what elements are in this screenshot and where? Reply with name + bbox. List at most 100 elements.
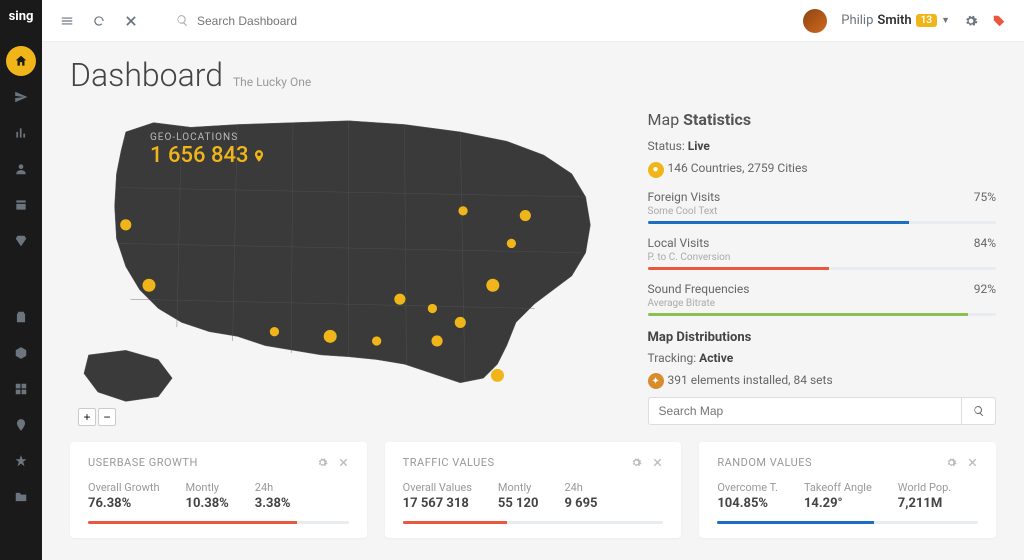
folder-icon bbox=[14, 490, 28, 504]
map-statistics: Map Statistics Status: Live ●146 Countri… bbox=[648, 102, 996, 426]
user-first: Philip bbox=[841, 13, 873, 28]
metric-label: Montly bbox=[186, 481, 229, 494]
nav-user[interactable] bbox=[6, 154, 36, 184]
tag-icon bbox=[992, 14, 1006, 28]
map-label: GEO-LOCATIONS bbox=[150, 132, 266, 143]
widget-settings[interactable] bbox=[317, 457, 328, 468]
widget-bar bbox=[88, 521, 349, 524]
nav-box[interactable] bbox=[6, 190, 36, 220]
metric-value: 7,211M bbox=[898, 496, 951, 511]
search-icon bbox=[176, 14, 189, 27]
gear-badge-icon: ✦ bbox=[648, 373, 664, 389]
topbar: Philip Smith 13 ▼ bbox=[42, 0, 1024, 42]
widget-title: USERBASE GROWTH bbox=[88, 456, 198, 469]
grid-icon bbox=[14, 382, 28, 396]
commerce-button[interactable] bbox=[992, 14, 1006, 28]
widget-close[interactable] bbox=[338, 457, 349, 468]
nav-folder[interactable] bbox=[6, 482, 36, 512]
nav-grid[interactable] bbox=[6, 374, 36, 404]
widget-close[interactable] bbox=[967, 457, 978, 468]
metric-value: 104.85% bbox=[717, 496, 778, 511]
nav-home[interactable] bbox=[6, 46, 36, 76]
metric-value: 14.29° bbox=[804, 496, 872, 511]
progress-sub: P. to C. Conversion bbox=[648, 252, 996, 263]
star-icon bbox=[14, 454, 28, 468]
widget-title: TRAFFIC VALUES bbox=[403, 456, 495, 469]
progress-sub: Average Bitrate bbox=[648, 298, 996, 309]
box-icon bbox=[14, 198, 28, 212]
metric-label: Montly bbox=[498, 481, 539, 494]
widget-close[interactable] bbox=[652, 457, 663, 468]
home-icon bbox=[14, 54, 28, 68]
progress-bar bbox=[648, 267, 996, 270]
progress-bar bbox=[648, 313, 996, 316]
metric-value: 55 120 bbox=[498, 496, 539, 511]
search-map-input[interactable] bbox=[648, 397, 962, 425]
bars-icon bbox=[14, 126, 28, 140]
nav-cube[interactable] bbox=[6, 338, 36, 368]
user-last: Smith bbox=[877, 13, 911, 28]
settings-button[interactable] bbox=[964, 14, 978, 28]
pin-icon bbox=[14, 418, 28, 432]
pin-icon: ● bbox=[648, 162, 664, 178]
close-button[interactable] bbox=[124, 14, 138, 28]
close-icon bbox=[124, 14, 138, 28]
send-icon bbox=[14, 90, 28, 104]
nav-pin[interactable] bbox=[6, 410, 36, 440]
metric-label: Overcome T. bbox=[717, 481, 778, 494]
widget-bar bbox=[403, 521, 664, 524]
progress-pct: 84% bbox=[974, 236, 996, 250]
metric-value: 10.38% bbox=[186, 496, 229, 511]
distributions-title: Map Distributions bbox=[648, 330, 996, 345]
metric-label: Takeoff Angle bbox=[804, 481, 872, 494]
metric-value: 17 567 318 bbox=[403, 496, 472, 511]
map-zoom-out[interactable]: − bbox=[98, 408, 116, 426]
page-title: Dashboard bbox=[70, 56, 223, 94]
progress-bar bbox=[648, 221, 996, 224]
menu-icon bbox=[60, 14, 74, 28]
widget-bar bbox=[717, 521, 978, 524]
map-count: 1 656 843 bbox=[150, 143, 266, 168]
menu-toggle[interactable] bbox=[60, 14, 74, 28]
search-icon bbox=[973, 405, 985, 417]
pin-icon bbox=[252, 147, 266, 165]
widget: USERBASE GROWTHOverall Growth76.38%Montl… bbox=[70, 442, 367, 538]
countries-text: 146 Countries, 2759 Cities bbox=[668, 161, 808, 175]
brand-logo: sing bbox=[9, 10, 34, 23]
cube-icon bbox=[14, 346, 28, 360]
refresh-icon bbox=[92, 14, 106, 28]
progress-pct: 92% bbox=[974, 282, 996, 296]
gear-icon bbox=[964, 14, 978, 28]
refresh-button[interactable] bbox=[92, 14, 106, 28]
nav-clipboard[interactable] bbox=[6, 302, 36, 332]
nav-star[interactable] bbox=[6, 446, 36, 476]
map-zoom-in[interactable]: + bbox=[78, 408, 96, 426]
search-input[interactable] bbox=[197, 14, 347, 28]
user-menu[interactable]: Philip Smith 13 ▼ bbox=[841, 13, 950, 28]
nav-diamond[interactable] bbox=[6, 226, 36, 256]
search-map-button[interactable] bbox=[962, 397, 996, 425]
widget-settings[interactable] bbox=[946, 457, 957, 468]
clipboard-icon bbox=[14, 310, 28, 324]
progress-label: Foreign Visits bbox=[648, 190, 721, 204]
sidebar: sing bbox=[0, 0, 42, 560]
widget: TRAFFIC VALUES Overall Values 17 567 318 Mo… bbox=[385, 442, 682, 538]
widget-title: RANDOM VALUES bbox=[717, 456, 812, 469]
metric-label: 24h bbox=[564, 481, 597, 494]
widget-settings[interactable] bbox=[631, 457, 642, 468]
progress-label: Local Visits bbox=[648, 236, 710, 250]
metric-label: Overall Values bbox=[403, 481, 472, 494]
progress-sub: Some Cool Text bbox=[648, 206, 996, 217]
diamond-icon bbox=[14, 234, 28, 248]
progress-label: Sound Frequencies bbox=[648, 282, 750, 296]
metric-label: World Pop. bbox=[898, 481, 951, 494]
map-widget: GEO-LOCATIONS 1 656 843 bbox=[70, 102, 628, 426]
metric-value: 76.38% bbox=[88, 496, 160, 511]
notification-badge: 13 bbox=[916, 14, 937, 27]
user-icon bbox=[14, 162, 28, 176]
elements-text: 391 elements installed, 84 sets bbox=[668, 373, 833, 387]
nav-stats[interactable] bbox=[6, 118, 36, 148]
nav-send[interactable] bbox=[6, 82, 36, 112]
avatar[interactable] bbox=[803, 9, 827, 33]
metric-value: 9 695 bbox=[564, 496, 597, 511]
